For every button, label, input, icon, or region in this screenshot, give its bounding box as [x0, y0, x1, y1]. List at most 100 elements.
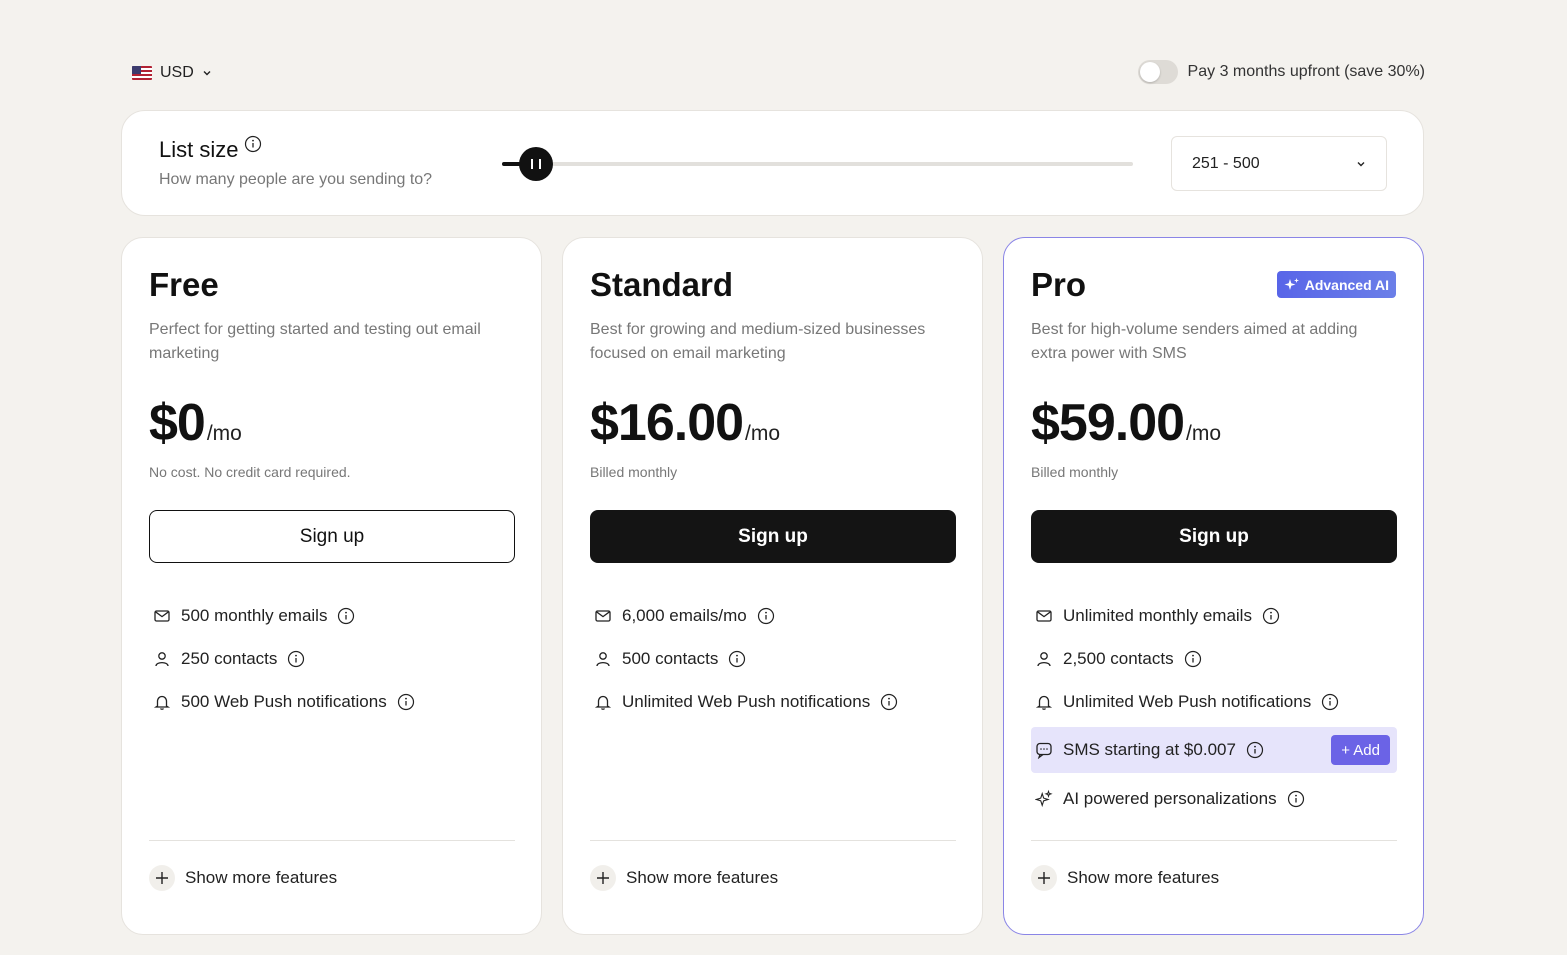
feature-label: 500 contacts: [622, 648, 719, 668]
feature-list: 6,000 emails/mo 500 contacts Unlimited W…: [590, 594, 956, 723]
plan-card-pro: Pro Advanced AI Best for high-volume sen…: [1003, 237, 1424, 935]
show-more-label: Show more features: [1067, 868, 1220, 887]
list-size-dropdown[interactable]: 251 - 500: [1171, 136, 1387, 191]
plus-icon: [590, 865, 616, 891]
feature-contacts: 2,500 contacts: [1031, 637, 1397, 680]
chevron-down-icon: [203, 71, 211, 76]
mail-icon: [1035, 607, 1053, 625]
feature-label: SMS starting at $0.007: [1063, 740, 1236, 759]
price-period: /mo: [745, 422, 781, 445]
feature-sms: SMS starting at $0.007 + Add: [1031, 727, 1397, 773]
list-size-selected: 251 - 500: [1192, 154, 1260, 172]
feature-label: 500 Web Push notifications: [181, 691, 387, 711]
price-amount: $59.00: [1031, 394, 1185, 452]
feature-contacts: 500 contacts: [590, 637, 956, 680]
plan-card-free: Free Perfect for getting started and tes…: [121, 237, 542, 935]
upfront-toggle-row: Pay 3 months upfront (save 30%): [1137, 60, 1425, 84]
info-icon[interactable]: [337, 607, 355, 625]
sparkle-icon: [1284, 277, 1299, 290]
feature-emails: 6,000 emails/mo: [590, 594, 956, 637]
plan-description: Perfect for getting started and testing …: [149, 321, 481, 362]
sign-up-button[interactable]: Sign up: [590, 510, 956, 563]
plan-description: Best for high-volume senders aimed at ad…: [1031, 321, 1358, 362]
us-flag-icon: [132, 66, 152, 80]
plus-icon: [149, 865, 175, 891]
list-size-slider-thumb[interactable]: [519, 147, 553, 181]
feature-web-push: Unlimited Web Push notifications: [1031, 680, 1397, 723]
sign-up-button[interactable]: Sign up: [1031, 510, 1397, 563]
feature-emails: 500 monthly emails: [149, 594, 515, 637]
badge-label: Advanced AI: [1304, 276, 1389, 293]
user-icon: [153, 650, 171, 668]
feature-label: 500 monthly emails: [181, 605, 328, 625]
currency-selector[interactable]: USD: [132, 64, 212, 82]
show-more-label: Show more features: [626, 868, 779, 887]
feature-ai-personalization: AI powered personalizations: [1031, 777, 1397, 820]
feature-label: 6,000 emails/mo: [622, 605, 747, 625]
divider: [149, 840, 515, 841]
show-more-features[interactable]: Show more features: [149, 865, 337, 891]
plus-icon: [1031, 865, 1057, 891]
feature-emails: Unlimited monthly emails: [1031, 594, 1397, 637]
feature-label: 2,500 contacts: [1063, 648, 1174, 668]
plan-description: Best for growing and medium-sized busine…: [590, 321, 926, 362]
plan-name: Standard: [590, 266, 734, 303]
feature-label: Unlimited Web Push notifications: [1063, 691, 1312, 711]
pricing-page: USD Pay 3 months upfront (save 30%) List…: [0, 0, 1567, 955]
sparkle-icon: [1035, 789, 1053, 808]
list-size-slider-track[interactable]: [502, 162, 1133, 166]
bell-icon: [1035, 693, 1053, 711]
plan-name: Free: [149, 266, 219, 303]
show-more-features[interactable]: Show more features: [1031, 865, 1219, 891]
feature-list: Unlimited monthly emails 2,500 contacts …: [1031, 594, 1397, 820]
feature-label: AI powered personalizations: [1063, 788, 1277, 808]
mail-icon: [594, 607, 612, 625]
price-period: /mo: [1186, 422, 1222, 445]
currency-label: USD: [160, 64, 194, 81]
list-size-panel: List size How many people are you sendin…: [121, 110, 1424, 216]
chevron-down-icon: [1357, 161, 1365, 166]
info-icon[interactable]: [880, 693, 898, 711]
list-size-title: List size: [159, 137, 239, 162]
list-size-title-row: List size: [159, 135, 262, 163]
plan-card-standard: Standard Best for growing and medium-siz…: [562, 237, 983, 935]
info-icon[interactable]: [1184, 650, 1202, 668]
price-period: /mo: [206, 422, 242, 445]
info-icon[interactable]: [757, 607, 775, 625]
user-icon: [1035, 650, 1053, 668]
upfront-label: Pay 3 months upfront (save 30%): [1187, 63, 1425, 80]
billing-note: Billed monthly: [590, 464, 678, 480]
message-icon: [1035, 741, 1053, 759]
feature-contacts: 250 contacts: [149, 637, 515, 680]
plan-name: Pro: [1031, 266, 1087, 303]
sms-add-button[interactable]: + Add: [1331, 735, 1390, 765]
billing-note: Billed monthly: [1031, 464, 1119, 480]
info-icon[interactable]: [287, 650, 305, 668]
plan-price: $0 /mo: [149, 393, 242, 453]
feature-web-push: Unlimited Web Push notifications: [590, 680, 956, 723]
billing-note: No cost. No credit card required.: [149, 464, 351, 480]
price-amount: $16.00: [590, 394, 744, 452]
info-icon[interactable]: [1321, 693, 1339, 711]
feature-label: Unlimited Web Push notifications: [622, 691, 871, 711]
info-icon[interactable]: [244, 135, 262, 153]
plan-price: $16.00 /mo: [590, 393, 780, 453]
info-icon[interactable]: [1262, 607, 1280, 625]
upfront-toggle[interactable]: [1137, 60, 1178, 84]
info-icon[interactable]: [1246, 741, 1264, 759]
bell-icon: [594, 693, 612, 711]
plan-price: $59.00 /mo: [1031, 393, 1221, 453]
mail-icon: [153, 607, 171, 625]
user-icon: [594, 650, 612, 668]
info-icon[interactable]: [397, 693, 415, 711]
price-amount: $0: [149, 394, 206, 452]
sign-up-button[interactable]: Sign up: [149, 510, 515, 563]
list-size-subtitle: How many people are you sending to?: [159, 171, 433, 188]
show-more-features[interactable]: Show more features: [590, 865, 778, 891]
divider: [1031, 840, 1397, 841]
info-icon[interactable]: [728, 650, 746, 668]
info-icon[interactable]: [1287, 790, 1305, 808]
feature-label: 250 contacts: [181, 648, 278, 668]
feature-list: 500 monthly emails 250 contacts 500 Web …: [149, 594, 515, 723]
feature-label: Unlimited monthly emails: [1063, 605, 1252, 625]
